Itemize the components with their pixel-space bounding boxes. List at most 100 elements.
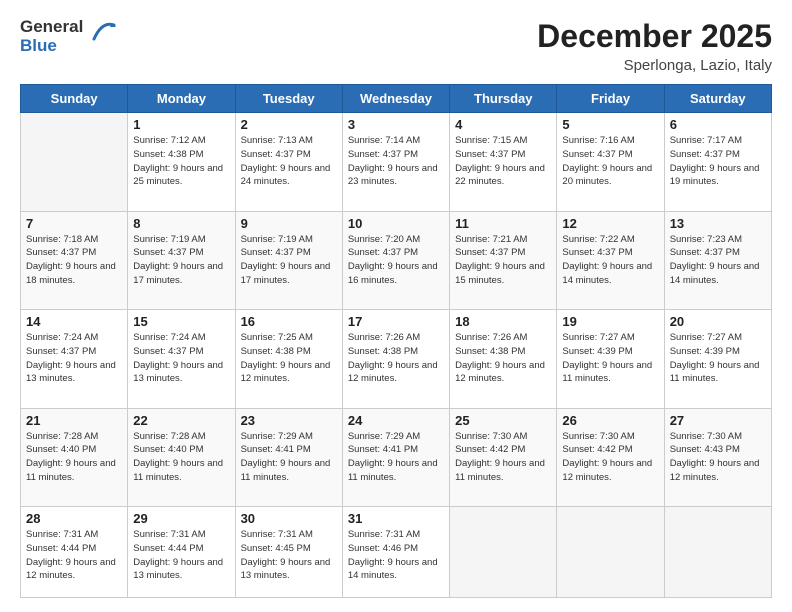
calendar-cell [664,507,771,598]
day-number: 11 [455,216,551,231]
day-number: 15 [133,314,229,329]
day-number: 25 [455,413,551,428]
calendar-cell: 16Sunrise: 7:25 AMSunset: 4:38 PMDayligh… [235,310,342,409]
title-block: December 2025 Sperlonga, Lazio, Italy [537,18,772,74]
day-info: Sunrise: 7:12 AMSunset: 4:38 PMDaylight:… [133,134,229,189]
day-info: Sunrise: 7:31 AMSunset: 4:44 PMDaylight:… [26,528,122,583]
header: General Blue December 2025 Sperlonga, La… [20,18,772,74]
day-number: 21 [26,413,122,428]
calendar-cell: 20 Sunrise: 7:27 AMSunset: 4:39 PMDayligh… [664,310,771,409]
calendar-cell: 7 Sunrise: 7:18 AMSunset: 4:37 PMDaylight… [21,211,128,310]
location: Sperlonga, Lazio, Italy [537,57,772,74]
month-year: December 2025 [537,18,772,55]
calendar-table: SundayMondayTuesdayWednesdayThursdayFrid… [20,84,772,598]
calendar-cell: 6 Sunrise: 7:17 AMSunset: 4:37 PMDaylight… [664,113,771,212]
calendar-cell [557,507,664,598]
calendar-cell: 3Sunrise: 7:14 AMSunset: 4:37 PMDaylight… [342,113,449,212]
calendar-cell: 11 Sunrise: 7:21 AMSunset: 4:37 PMDayligh… [450,211,557,310]
day-number: 6 [670,117,766,132]
calendar-week-2: 7 Sunrise: 7:18 AMSunset: 4:37 PMDaylight… [21,211,772,310]
logo-blue-text: Blue [20,36,57,55]
calendar-cell: 9Sunrise: 7:19 AMSunset: 4:37 PMDaylight… [235,211,342,310]
day-number: 26 [562,413,658,428]
day-number: 10 [348,216,444,231]
calendar-cell: 28Sunrise: 7:31 AMSunset: 4:44 PMDayligh… [21,507,128,598]
day-number: 7 [26,216,122,231]
calendar-cell [21,113,128,212]
calendar-week-4: 21 Sunrise: 7:28 AMSunset: 4:40 PMDayligh… [21,408,772,507]
logo-blue: Blue [20,37,83,56]
day-info: Sunrise: 7:18 AMSunset: 4:37 PMDaylight:… [26,233,122,288]
logo-general-text: General [20,17,83,36]
day-info: Sunrise: 7:23 AMSunset: 4:37 PMDaylight:… [670,233,766,288]
calendar-cell: 17 Sunrise: 7:26 AMSunset: 4:38 PMDayligh… [342,310,449,409]
day-info: Sunrise: 7:28 AMSunset: 4:40 PMDaylight:… [26,430,122,485]
calendar-header-row: SundayMondayTuesdayWednesdayThursdayFrid… [21,85,772,113]
weekday-header-thursday: Thursday [450,85,557,113]
day-info: Sunrise: 7:28 AMSunset: 4:40 PMDaylight:… [133,430,229,485]
day-number: 13 [670,216,766,231]
day-info: Sunrise: 7:30 AMSunset: 4:43 PMDaylight:… [670,430,766,485]
calendar-cell: 27Sunrise: 7:30 AMSunset: 4:43 PMDayligh… [664,408,771,507]
page: General Blue December 2025 Sperlonga, La… [0,0,792,612]
day-info: Sunrise: 7:26 AMSunset: 4:38 PMDaylight:… [455,331,551,386]
day-number: 17 [348,314,444,329]
calendar-cell: 8Sunrise: 7:19 AMSunset: 4:37 PMDaylight… [128,211,235,310]
calendar-cell: 15 Sunrise: 7:24 AMSunset: 4:37 PMDayligh… [128,310,235,409]
calendar-week-5: 28Sunrise: 7:31 AMSunset: 4:44 PMDayligh… [21,507,772,598]
day-info: Sunrise: 7:31 AMSunset: 4:44 PMDaylight:… [133,528,229,583]
day-info: Sunrise: 7:30 AMSunset: 4:42 PMDaylight:… [562,430,658,485]
day-number: 1 [133,117,229,132]
day-number: 24 [348,413,444,428]
weekday-header-saturday: Saturday [664,85,771,113]
day-number: 22 [133,413,229,428]
calendar-week-3: 14 Sunrise: 7:24 AMSunset: 4:37 PMDayligh… [21,310,772,409]
day-info: Sunrise: 7:17 AMSunset: 4:37 PMDaylight:… [670,134,766,189]
day-info: Sunrise: 7:16 AMSunset: 4:37 PMDaylight:… [562,134,658,189]
day-info: Sunrise: 7:27 AMSunset: 4:39 PMDaylight:… [562,331,658,386]
logo: General Blue [20,18,118,55]
calendar-cell: 4Sunrise: 7:15 AMSunset: 4:37 PMDaylight… [450,113,557,212]
calendar-cell: 23 Sunrise: 7:29 AMSunset: 4:41 PMDayligh… [235,408,342,507]
day-number: 2 [241,117,337,132]
day-info: Sunrise: 7:29 AMSunset: 4:41 PMDaylight:… [241,430,337,485]
day-info: Sunrise: 7:22 AMSunset: 4:37 PMDaylight:… [562,233,658,288]
day-info: Sunrise: 7:27 AMSunset: 4:39 PMDaylight:… [670,331,766,386]
calendar-cell: 25Sunrise: 7:30 AMSunset: 4:42 PMDayligh… [450,408,557,507]
day-number: 12 [562,216,658,231]
day-number: 3 [348,117,444,132]
day-info: Sunrise: 7:20 AMSunset: 4:37 PMDaylight:… [348,233,444,288]
day-info: Sunrise: 7:26 AMSunset: 4:38 PMDaylight:… [348,331,444,386]
day-number: 20 [670,314,766,329]
day-info: Sunrise: 7:19 AMSunset: 4:37 PMDaylight:… [133,233,229,288]
day-info: Sunrise: 7:21 AMSunset: 4:37 PMDaylight:… [455,233,551,288]
calendar-cell: 19Sunrise: 7:27 AMSunset: 4:39 PMDayligh… [557,310,664,409]
calendar-cell: 31Sunrise: 7:31 AMSunset: 4:46 PMDayligh… [342,507,449,598]
day-info: Sunrise: 7:25 AMSunset: 4:38 PMDaylight:… [241,331,337,386]
calendar-cell: 21 Sunrise: 7:28 AMSunset: 4:40 PMDayligh… [21,408,128,507]
day-number: 14 [26,314,122,329]
day-info: Sunrise: 7:24 AMSunset: 4:37 PMDaylight:… [133,331,229,386]
calendar-cell: 24Sunrise: 7:29 AMSunset: 4:41 PMDayligh… [342,408,449,507]
calendar-cell: 26 Sunrise: 7:30 AMSunset: 4:42 PMDayligh… [557,408,664,507]
weekday-header-friday: Friday [557,85,664,113]
calendar-cell: 10 Sunrise: 7:20 AMSunset: 4:37 PMDayligh… [342,211,449,310]
day-number: 31 [348,511,444,526]
calendar-cell: 29Sunrise: 7:31 AMSunset: 4:44 PMDayligh… [128,507,235,598]
day-number: 30 [241,511,337,526]
weekday-header-sunday: Sunday [21,85,128,113]
weekday-header-wednesday: Wednesday [342,85,449,113]
logo-icon [86,17,118,49]
day-number: 9 [241,216,337,231]
calendar-cell: 18Sunrise: 7:26 AMSunset: 4:38 PMDayligh… [450,310,557,409]
calendar-cell: 13 Sunrise: 7:23 AMSunset: 4:37 PMDayligh… [664,211,771,310]
weekday-header-monday: Monday [128,85,235,113]
calendar-cell: 2 Sunrise: 7:13 AMSunset: 4:37 PMDaylight… [235,113,342,212]
calendar-cell: 5 Sunrise: 7:16 AMSunset: 4:37 PMDaylight… [557,113,664,212]
day-info: Sunrise: 7:31 AMSunset: 4:45 PMDaylight:… [241,528,337,583]
day-info: Sunrise: 7:15 AMSunset: 4:37 PMDaylight:… [455,134,551,189]
calendar-week-1: 1 Sunrise: 7:12 AMSunset: 4:38 PMDaylight… [21,113,772,212]
day-number: 5 [562,117,658,132]
day-number: 23 [241,413,337,428]
day-info: Sunrise: 7:13 AMSunset: 4:37 PMDaylight:… [241,134,337,189]
